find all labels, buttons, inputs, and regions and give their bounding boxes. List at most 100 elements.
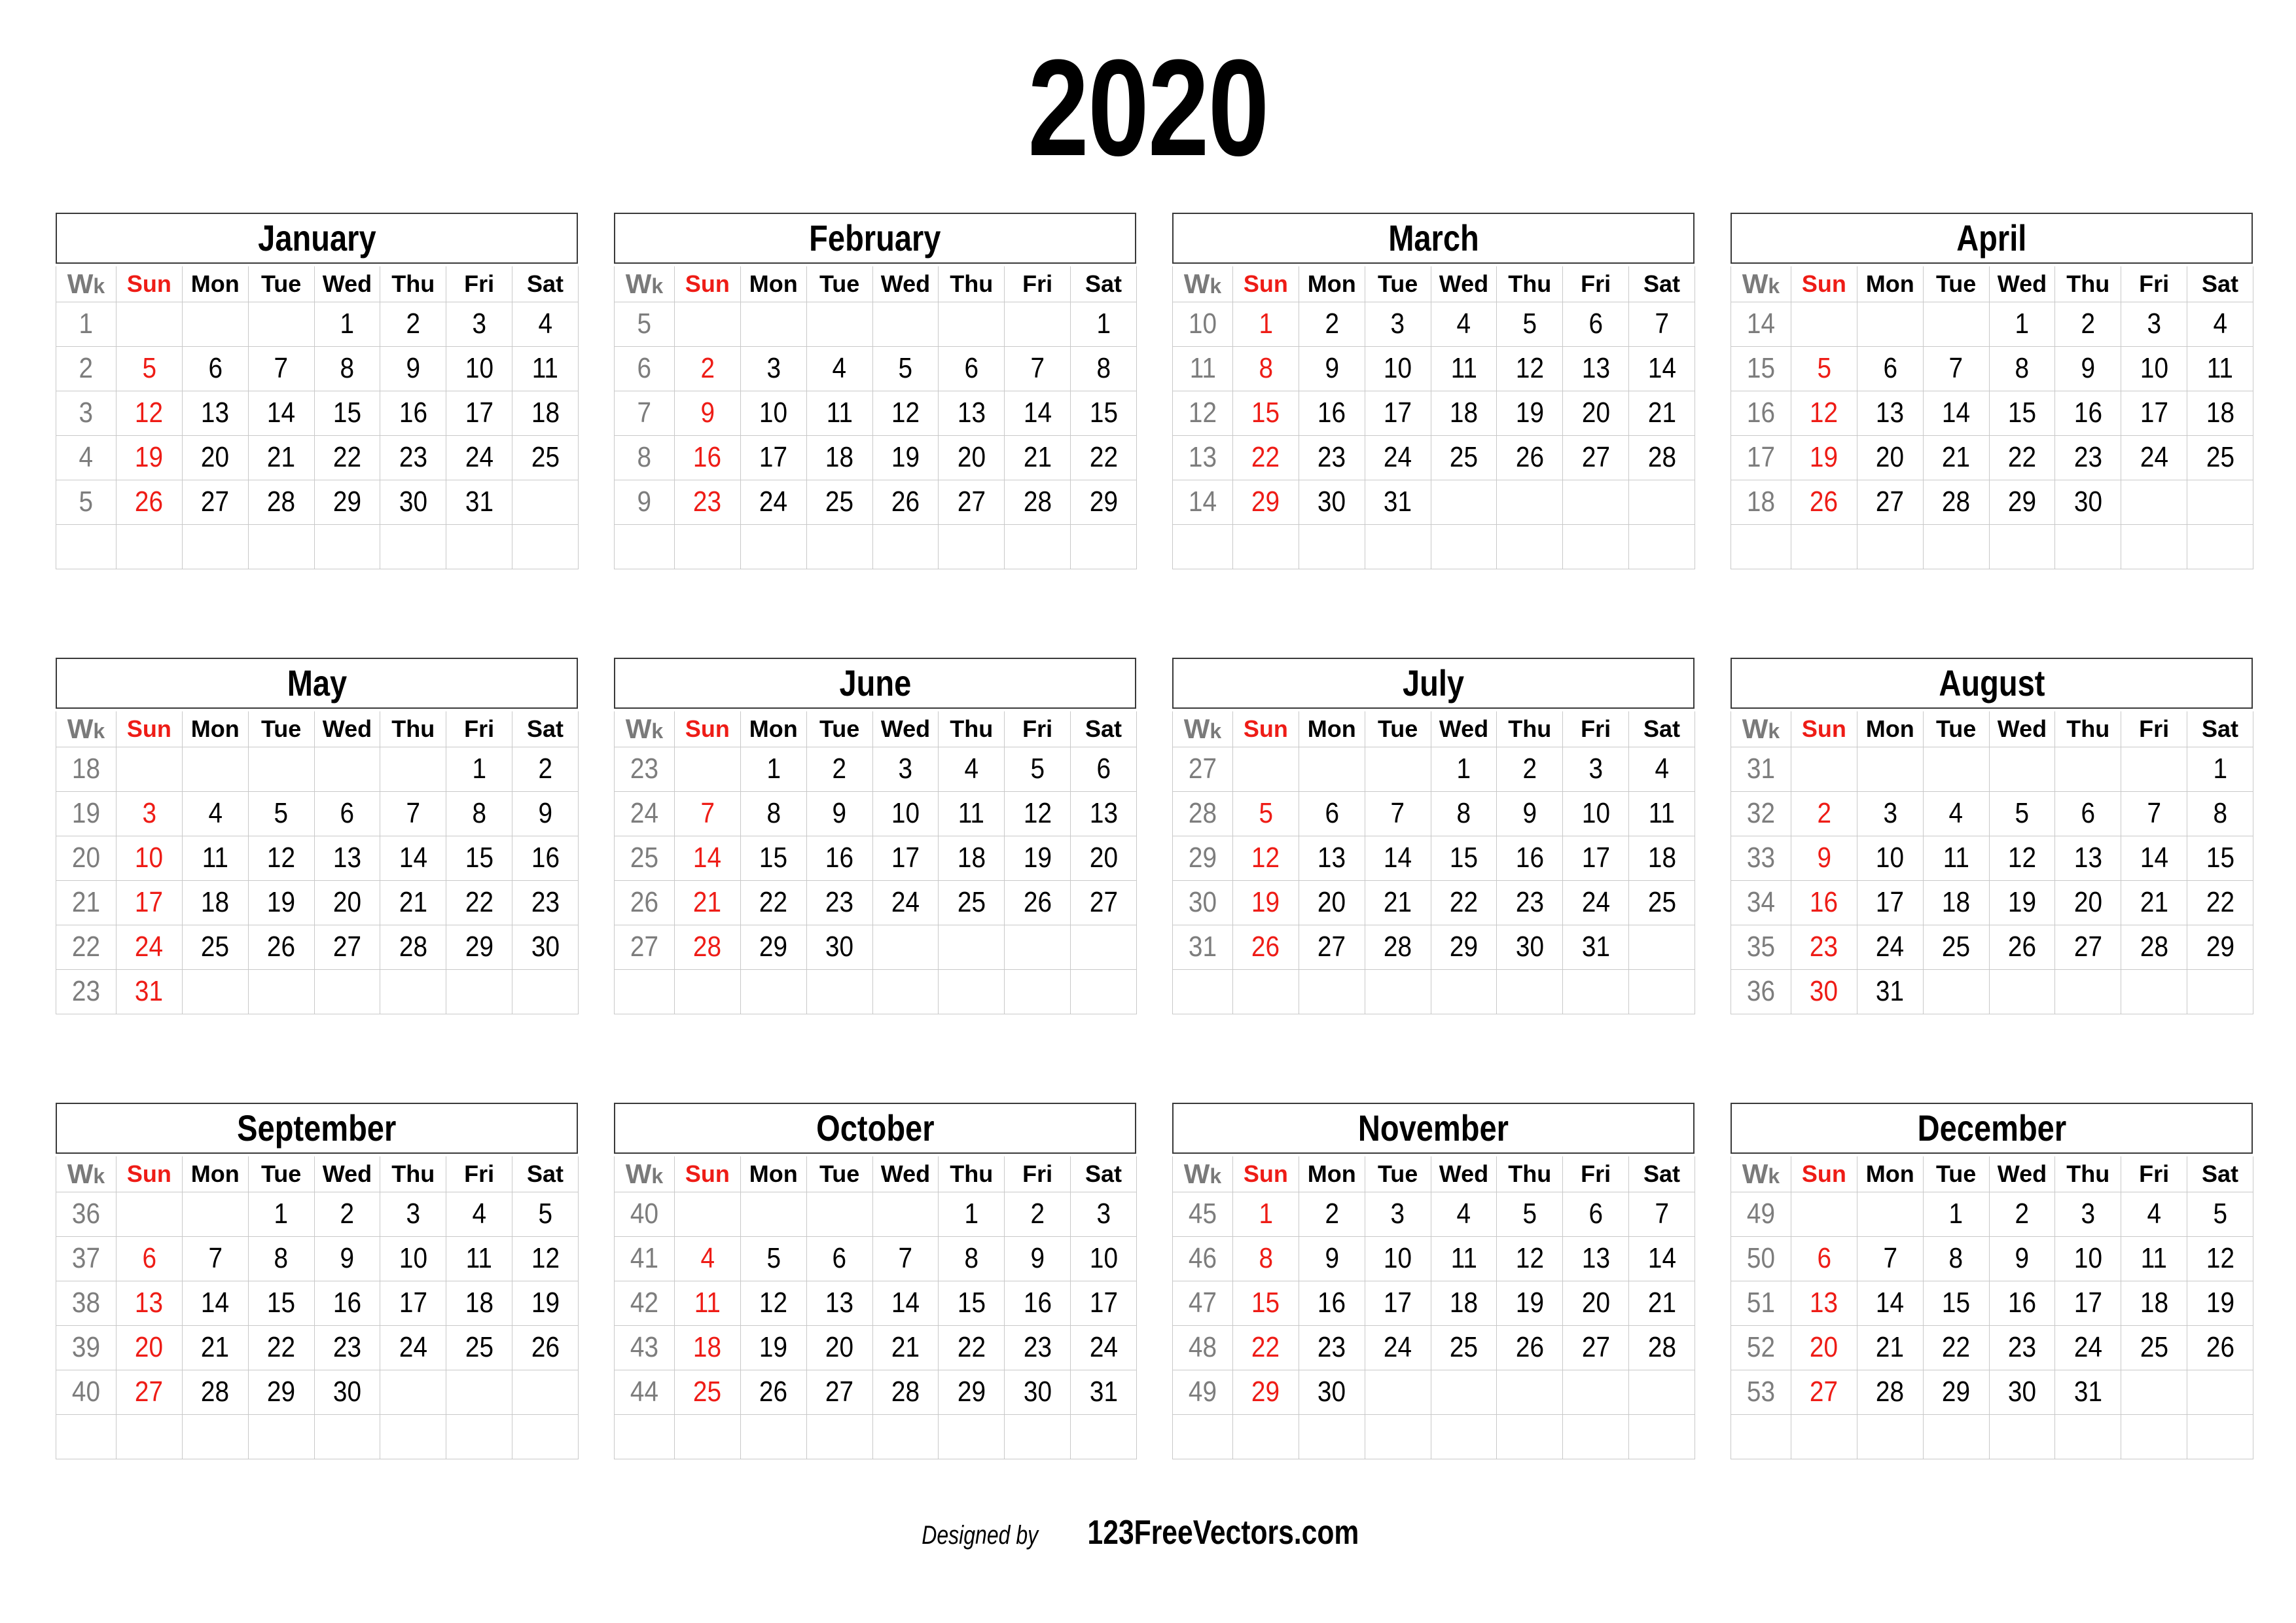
day-cell[interactable]: 12 (1496, 1236, 1564, 1281)
day-cell[interactable]: 28 (674, 924, 741, 970)
day-cell[interactable]: 7 (1628, 301, 1695, 347)
day-cell[interactable]: 15 (740, 835, 807, 881)
day-cell[interactable]: 15 (1070, 390, 1137, 436)
day-cell[interactable]: 4 (674, 1236, 741, 1281)
day-cell[interactable]: 4 (512, 301, 579, 347)
day-cell[interactable]: 16 (1791, 880, 1857, 925)
day-cell[interactable]: 13 (1856, 390, 1924, 436)
day-cell[interactable]: 20 (116, 1325, 183, 1370)
day-cell[interactable]: 26 (247, 924, 315, 970)
day-cell[interactable]: 29 (2187, 924, 2253, 970)
day-cell[interactable]: 8 (1232, 346, 1299, 391)
day-cell[interactable]: 8 (247, 1236, 315, 1281)
day-cell[interactable]: 28 (1004, 479, 1071, 525)
day-cell[interactable]: 19 (247, 880, 315, 925)
day-cell[interactable]: 3 (740, 346, 807, 391)
day-cell[interactable]: 25 (446, 1325, 513, 1370)
day-cell[interactable]: 21 (181, 1325, 249, 1370)
day-cell[interactable]: 16 (1004, 1280, 1071, 1326)
day-cell[interactable]: 17 (740, 435, 807, 480)
day-cell[interactable]: 3 (446, 301, 513, 347)
day-cell[interactable]: 1 (1430, 746, 1498, 792)
day-cell[interactable]: 5 (247, 791, 315, 836)
day-cell[interactable]: 12 (1496, 346, 1564, 391)
day-cell[interactable]: 1 (938, 1191, 1005, 1237)
day-cell[interactable]: 2 (806, 746, 873, 792)
day-cell[interactable]: 16 (380, 390, 447, 436)
day-cell[interactable]: 12 (1004, 791, 1071, 836)
day-cell[interactable]: 13 (1562, 1236, 1630, 1281)
day-cell[interactable]: 26 (1232, 924, 1299, 970)
day-cell[interactable]: 1 (740, 746, 807, 792)
day-cell[interactable]: 9 (314, 1236, 381, 1281)
day-cell[interactable]: 23 (1988, 1325, 2056, 1370)
day-cell[interactable]: 7 (247, 346, 315, 391)
day-cell[interactable]: 12 (2187, 1236, 2253, 1281)
day-cell[interactable]: 13 (938, 390, 1005, 436)
day-cell[interactable]: 17 (1364, 390, 1431, 436)
day-cell[interactable]: 20 (1562, 1280, 1630, 1326)
day-cell[interactable]: 15 (1232, 1280, 1299, 1326)
day-cell[interactable]: 14 (1628, 346, 1695, 391)
day-cell[interactable]: 25 (938, 880, 1005, 925)
day-cell[interactable]: 1 (1988, 301, 2056, 347)
day-cell[interactable]: 11 (181, 835, 249, 881)
day-cell[interactable]: 30 (1004, 1369, 1071, 1415)
day-cell[interactable]: 21 (1004, 435, 1071, 480)
day-cell[interactable]: 30 (1791, 969, 1857, 1014)
day-cell[interactable]: 22 (1070, 435, 1137, 480)
day-cell[interactable]: 18 (938, 835, 1005, 881)
day-cell[interactable]: 6 (1298, 791, 1365, 836)
day-cell[interactable]: 1 (1232, 1191, 1299, 1237)
day-cell[interactable]: 25 (512, 435, 579, 480)
day-cell[interactable]: 24 (1364, 1325, 1431, 1370)
day-cell[interactable]: 11 (1430, 1236, 1498, 1281)
day-cell[interactable]: 2 (1988, 1191, 2056, 1237)
day-cell[interactable]: 5 (1496, 1191, 1564, 1237)
day-cell[interactable]: 1 (446, 746, 513, 792)
day-cell[interactable]: 14 (1856, 1280, 1924, 1326)
day-cell[interactable]: 3 (1364, 301, 1431, 347)
day-cell[interactable]: 24 (116, 924, 183, 970)
day-cell[interactable]: 12 (1791, 390, 1857, 436)
day-cell[interactable]: 27 (806, 1369, 873, 1415)
day-cell[interactable]: 6 (1856, 346, 1924, 391)
day-cell[interactable]: 15 (1988, 390, 2056, 436)
day-cell[interactable]: 5 (1988, 791, 2056, 836)
day-cell[interactable]: 22 (247, 1325, 315, 1370)
day-cell[interactable]: 7 (674, 791, 741, 836)
day-cell[interactable]: 13 (181, 390, 249, 436)
day-cell[interactable]: 8 (446, 791, 513, 836)
day-cell[interactable]: 24 (2121, 435, 2188, 480)
day-cell[interactable]: 17 (380, 1280, 447, 1326)
day-cell[interactable]: 15 (1922, 1280, 1990, 1326)
day-cell[interactable]: 22 (740, 880, 807, 925)
day-cell[interactable]: 4 (1430, 1191, 1498, 1237)
day-cell[interactable]: 25 (1922, 924, 1990, 970)
day-cell[interactable]: 27 (181, 479, 249, 525)
day-cell[interactable]: 14 (1922, 390, 1990, 436)
day-cell[interactable]: 27 (116, 1369, 183, 1415)
day-cell[interactable]: 16 (1298, 390, 1365, 436)
day-cell[interactable]: 29 (1232, 1369, 1299, 1415)
day-cell[interactable]: 12 (740, 1280, 807, 1326)
day-cell[interactable]: 28 (1628, 1325, 1695, 1370)
day-cell[interactable]: 17 (872, 835, 939, 881)
day-cell[interactable]: 12 (872, 390, 939, 436)
day-cell[interactable]: 26 (872, 479, 939, 525)
day-cell[interactable]: 12 (512, 1236, 579, 1281)
day-cell[interactable]: 16 (314, 1280, 381, 1326)
day-cell[interactable]: 27 (1562, 1325, 1630, 1370)
day-cell[interactable]: 1 (1232, 301, 1299, 347)
day-cell[interactable]: 20 (1791, 1325, 1857, 1370)
day-cell[interactable]: 26 (740, 1369, 807, 1415)
day-cell[interactable]: 23 (1496, 880, 1564, 925)
day-cell[interactable]: 2 (512, 746, 579, 792)
day-cell[interactable]: 12 (1988, 835, 2056, 881)
day-cell[interactable]: 23 (314, 1325, 381, 1370)
day-cell[interactable]: 14 (1364, 835, 1431, 881)
day-cell[interactable]: 10 (740, 390, 807, 436)
day-cell[interactable]: 26 (2187, 1325, 2253, 1370)
day-cell[interactable]: 19 (2187, 1280, 2253, 1326)
day-cell[interactable]: 22 (1232, 435, 1299, 480)
